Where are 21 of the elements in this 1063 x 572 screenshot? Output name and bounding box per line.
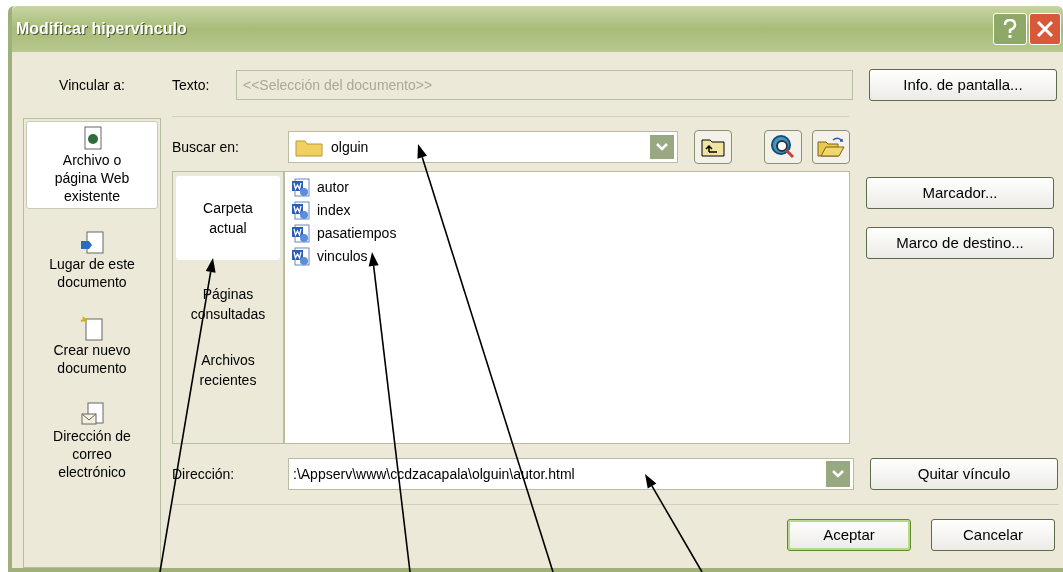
file-item[interactable]: pasatiempos xyxy=(291,222,843,245)
link-type-item[interactable]: Dirección de correo electrónico xyxy=(26,397,158,485)
text-label: Texto: xyxy=(172,75,211,95)
link-type-item[interactable]: Crear nuevo documento xyxy=(26,311,158,381)
link-type-item[interactable]: Lugar de este documento xyxy=(26,225,158,295)
file-item[interactable]: vinculos xyxy=(291,245,843,268)
dialog-button[interactable]: Quitar vínculo xyxy=(870,458,1058,490)
dialog-button[interactable]: Aceptar xyxy=(787,519,911,551)
dialog-button[interactable]: Marco de destino... xyxy=(866,227,1054,259)
places-item[interactable]: Carpeta actual xyxy=(176,176,280,260)
link-to-label: Vincular a: xyxy=(59,76,125,95)
window-title: Modificar hipervínculo xyxy=(16,19,187,39)
link-type-item[interactable]: Archivo o página Web existente xyxy=(26,121,158,209)
file-item[interactable]: index xyxy=(291,199,843,222)
dialog-button[interactable]: Marcador... xyxy=(866,177,1054,209)
look-in-label: Buscar en: xyxy=(172,137,240,157)
places-item[interactable]: Archivos recientes xyxy=(176,348,280,392)
dialog-button[interactable]: Cancelar xyxy=(931,519,1055,551)
look-in-dropdown[interactable]: olguin xyxy=(288,131,678,163)
dialog-button[interactable]: Info. de pantalla... xyxy=(869,69,1057,101)
file-item[interactable]: autor xyxy=(291,176,843,199)
